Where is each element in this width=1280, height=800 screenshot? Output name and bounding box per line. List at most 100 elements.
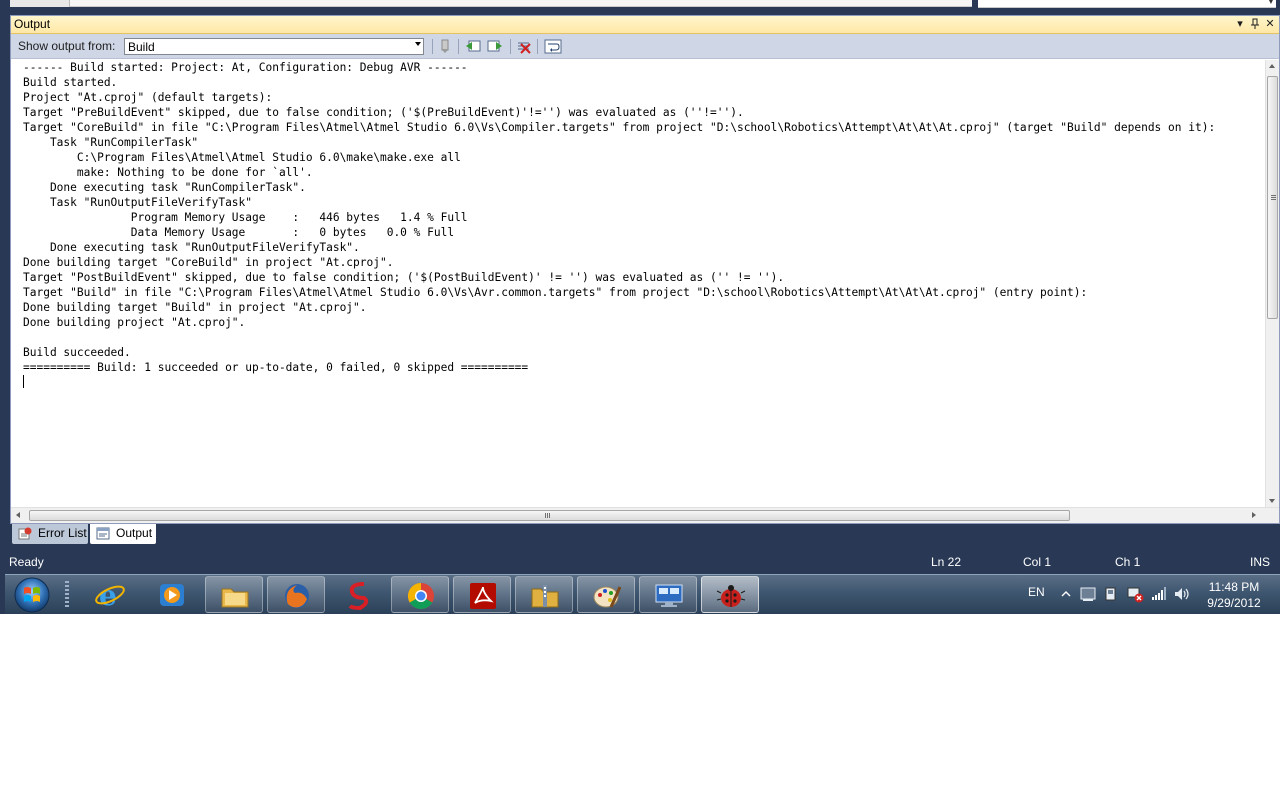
slingshot-icon: [348, 582, 369, 610]
scroll-left-arrow-icon[interactable]: [16, 512, 20, 518]
status-bar: Ready Ln 22 Col 1 Ch 1 INS: [0, 550, 1280, 574]
line-indicator: Ln 22: [931, 555, 962, 569]
output-line: Done building target "Build" in project …: [23, 301, 367, 314]
svg-text:e: e: [99, 580, 117, 610]
scroll-down-arrow-icon[interactable]: [1269, 499, 1275, 503]
clock-date: 9/29/2012: [1207, 596, 1261, 610]
output-icon: [96, 527, 110, 540]
taskbar-acrobat[interactable]: [453, 576, 511, 613]
taskbar-media-player[interactable]: [143, 576, 201, 613]
atmel-studio-icon: [716, 585, 746, 607]
toolbar-separator: [432, 39, 433, 54]
windows-taskbar: e EN 11:48 PM 9/29/2012: [5, 574, 1280, 614]
archive-icon: [531, 585, 559, 608]
horizontal-scroll-thumb[interactable]: [29, 510, 1070, 521]
text-caret: [23, 375, 24, 388]
remote-desktop-icon: [655, 584, 683, 607]
action-center-icon[interactable]: [1079, 585, 1097, 603]
grip-line: [549, 513, 550, 518]
grip-line: [1271, 199, 1276, 200]
insert-mode-indicator: INS: [1250, 555, 1271, 569]
output-title: Output: [14, 17, 51, 31]
start-button[interactable]: [9, 576, 55, 614]
output-line: ========== Build: 1 succeeded or up-to-d…: [23, 361, 529, 374]
window-position-dropdown-icon[interactable]: ▾: [1233, 16, 1247, 32]
input-language[interactable]: EN: [1028, 585, 1045, 599]
vertical-scrollbar[interactable]: [1265, 60, 1279, 507]
safely-remove-hardware-icon[interactable]: [1102, 585, 1120, 603]
char-indicator: Ch 1: [1115, 555, 1141, 569]
taskbar-remote-desktop[interactable]: [639, 576, 697, 613]
output-line: Done executing task "RunCompilerTask".: [23, 181, 306, 194]
paint-icon: [593, 586, 622, 608]
bottom-tab-strip: Error List Output: [10, 524, 1280, 546]
output-line: Target "Build" in file "C:\Program Files…: [23, 286, 1088, 299]
toolbar-separator: [458, 39, 459, 54]
taskbar-archive[interactable]: [515, 576, 573, 613]
output-line: Done building target "CoreBuild" in proj…: [23, 256, 394, 269]
output-log: ------ Build started: Project: At, Confi…: [23, 60, 1215, 375]
toolbar-separator: [537, 39, 538, 54]
output-line: C:\Program Files\Atmel\Atmel Studio 6.0\…: [23, 151, 461, 164]
editor-tab-edge[interactable]: [10, 0, 70, 7]
output-text-area[interactable]: ------ Build started: Project: At, Confi…: [11, 60, 1265, 507]
tab-output[interactable]: Output: [90, 524, 156, 544]
acrobat-icon: [470, 583, 496, 609]
output-titlebar[interactable]: Output ▾ ✕: [11, 16, 1279, 34]
chevron-down-icon[interactable]: ▼: [1268, 0, 1274, 6]
show-output-from-label: Show output from:: [18, 39, 116, 53]
tab-output-label: Output: [116, 526, 153, 540]
grip-line: [1271, 197, 1276, 198]
taskbar-paint[interactable]: [577, 576, 635, 613]
output-source-dropdown[interactable]: Build: [124, 38, 424, 55]
output-line: make: Nothing to be done for `all'.: [23, 166, 313, 179]
taskbar-slingshot[interactable]: [329, 576, 387, 613]
tab-error-list-label: Error List: [38, 526, 87, 540]
chrome-icon: [407, 582, 434, 610]
pin-icon[interactable]: [1248, 16, 1262, 32]
taskbar-chrome[interactable]: [391, 576, 449, 613]
visual-studio-window: ▼ Output ▾ ✕ Show output from: Build ---…: [0, 0, 1280, 614]
network-error-icon[interactable]: [1126, 585, 1144, 603]
signal-strength-icon[interactable]: [1150, 585, 1168, 603]
toolbar-separator: [510, 39, 511, 54]
system-clock[interactable]: 11:48 PM 9/29/2012: [1201, 579, 1267, 611]
top-document-strip: ▼: [0, 0, 1280, 16]
next-message-icon[interactable]: [486, 38, 504, 55]
scroll-up-arrow-icon[interactable]: [1269, 64, 1275, 68]
output-line: ------ Build started: Project: At, Confi…: [23, 61, 468, 74]
scroll-right-arrow-icon[interactable]: [1252, 512, 1256, 518]
output-line: Build succeeded.: [23, 346, 131, 359]
horizontal-scrollbar[interactable]: [11, 507, 1279, 523]
output-line: Data Memory Usage : 0 bytes 0.0 % Full: [23, 226, 455, 239]
taskbar-firefox[interactable]: [267, 576, 325, 613]
output-line: Done building project "At.cproj".: [23, 316, 246, 329]
volume-icon[interactable]: [1173, 585, 1191, 603]
output-line: Task "RunOutputFileVerifyTask": [23, 196, 253, 209]
column-indicator: Col 1: [1023, 555, 1052, 569]
output-toolbar: Show output from: Build: [11, 34, 1279, 59]
output-line: Task "RunCompilerTask": [23, 136, 199, 149]
output-line: Target "CoreBuild" in file "C:\Program F…: [23, 121, 1216, 134]
taskbar-file-explorer[interactable]: [205, 576, 263, 613]
tab-error-list[interactable]: Error List: [12, 524, 88, 544]
output-line: Target "PreBuildEvent" skipped, due to f…: [23, 106, 744, 119]
vertical-scroll-thumb[interactable]: [1267, 76, 1278, 319]
side-panel-edge: ▼: [978, 0, 1276, 8]
output-line: Build started.: [23, 76, 118, 89]
close-icon[interactable]: ✕: [1263, 16, 1277, 32]
taskbar-atmel-studio[interactable]: [701, 576, 759, 613]
word-wrap-icon[interactable]: [544, 38, 562, 55]
output-line: Project "At.cproj" (default targets):: [23, 91, 273, 104]
taskbar-internet-explorer[interactable]: e: [81, 576, 139, 613]
previous-message-icon[interactable]: [464, 38, 482, 55]
grip-line: [545, 513, 546, 518]
error-list-icon: [18, 527, 32, 540]
dropdown-arrow-icon: [415, 42, 421, 46]
output-line: Target "PostBuildEvent" skipped, due to …: [23, 271, 785, 284]
show-hidden-icons-icon[interactable]: [1057, 585, 1075, 603]
find-message-in-code-icon[interactable]: [436, 38, 454, 55]
status-text: Ready: [9, 555, 44, 569]
internet-explorer-icon: e: [95, 580, 125, 610]
clear-all-icon[interactable]: [515, 38, 533, 55]
